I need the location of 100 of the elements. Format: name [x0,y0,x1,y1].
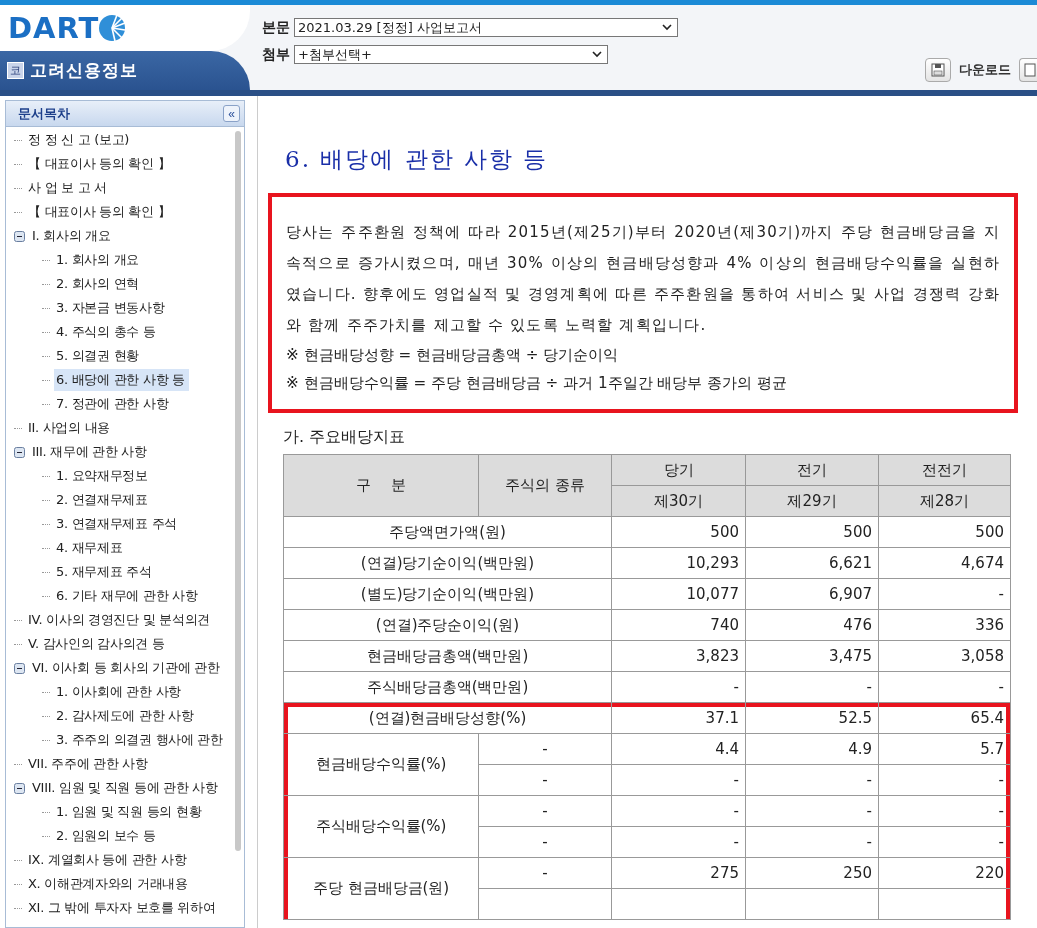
panel-title: 문서목차 [18,104,70,123]
save-icon-button[interactable] [925,58,951,82]
download-link[interactable]: 다운로드 [959,61,1011,79]
table-cell: 주당액면가액(원) [283,516,612,548]
tree-item[interactable]: 【 대표이사 등의 확인 】 [26,153,175,175]
logo: DART [8,11,100,45]
table-cell: 주당 현금배당금(원) [283,857,479,920]
tree-item[interactable]: 5. 재무제표 주석 [54,561,156,583]
table-cell: 5.7 [878,733,1011,765]
table-cell: 220 [878,857,1011,889]
table-cell: - [878,826,1011,858]
chevron-down-icon [662,24,672,31]
formula-note: ※ 현금배당성향 = 현금배당금총액 ÷ 당기순이익 [286,345,620,366]
tree-item[interactable]: 3. 자본금 변동사항 [54,297,169,319]
table-cell: 275 [611,857,746,889]
table-cell: 336 [878,609,1011,641]
tree-item[interactable]: XI. 그 밖에 투자자 보호를 위하여 [26,897,220,919]
table-cell: 37.1 [611,702,746,734]
tree-item[interactable]: 2. 연결재무제표 [54,489,152,511]
paragraph: 당사는 주주환원 정책에 따라 2015년(제25기)부터 2020년(제30기)까지 주당 현금배당금을 지속적으로 증가시켰으며, 매년 30% 이상의 현금배당성향과 4% 이상의 현금배당수익률을 실현하였습니다. 향후에도 영업실적 및 경영계획에 따른 주주환원을 통하여 서비스 및 사업 경쟁력 강화와 함께 주주가치를 제고할 수 있도록 노력할 계획입니다. [286,222,1000,336]
table-cell: 6,907 [745,578,879,610]
collapse-icon[interactable] [14,230,25,242]
document-icon [1023,63,1037,77]
subsection-title: 가. 주요배당지표 [283,427,407,448]
tree-item[interactable]: 【 대표이사 등의 확인 】 [26,201,175,223]
header-cell: 전기 [745,454,879,486]
tree-item[interactable]: 6. 기타 재무에 관한 사항 [54,585,202,607]
table-cell: - [878,671,1011,703]
tree-item[interactable]: 2. 회사의 연혁 [54,273,143,295]
table-cell: (연결)현금배당성향(%) [283,702,612,734]
table-cell: (연결)당기순이익(백만원) [283,547,612,579]
table-cell: - [878,795,1011,827]
company-badge: 코 [7,62,24,79]
tree-item[interactable]: 사 업 보 고 서 [26,177,111,199]
tree-item[interactable]: 1. 회사의 개요 [54,249,143,271]
collapse-icon[interactable] [14,782,25,794]
tree-item[interactable]: 1. 임원 및 직원 등의 현황 [54,801,206,823]
table-cell: 4.9 [745,733,879,765]
table-cell: 4.4 [611,733,746,765]
tree-item[interactable]: I. 회사의 개요 [30,225,115,247]
table-cell: - [745,795,879,827]
table-cell: 52.5 [745,702,879,734]
header-cell: 제29기 [745,485,879,517]
tree-item[interactable]: IV. 이사의 경영진단 및 분석의견 [26,609,214,631]
tree-item[interactable]: 4. 재무제표 [54,537,127,559]
table-cell: - [878,764,1011,796]
field-label: 첨부 [262,45,290,64]
scrollbar[interactable] [235,131,241,851]
header-cell: 제30기 [611,485,746,517]
tree-item[interactable]: 7. 정관에 관한 사항 [54,393,173,415]
tree-item[interactable]: 6. 배당에 관한 사항 등 [54,369,189,391]
tree-item[interactable]: 정 정 신 고 (보고) [26,129,134,151]
table-cell: 250 [745,857,879,889]
toolbar-button[interactable] [1019,58,1037,82]
sun-icon [97,13,128,43]
table-cell: - [611,671,746,703]
tree-item[interactable]: V. 감사인의 감사의견 등 [26,633,169,655]
collapse-icon[interactable] [14,662,25,674]
tree-item[interactable]: X. 이해관계자와의 거래내용 [26,873,192,895]
table-cell: 3,058 [878,640,1011,672]
save-icon [931,63,945,77]
company-name: 고려신용정보 [30,59,138,82]
tree-item[interactable]: 4. 주식의 총수 등 [54,321,160,343]
formula-note: ※ 현금배당수익률 = 주당 현금배당금 ÷ 과거 1주일간 배당부 종가의 평균 [286,373,789,394]
tree-item[interactable]: 3. 주주의 의결권 행사에 관한 [54,729,227,751]
table-cell: 6,621 [745,547,879,579]
tree-item[interactable]: 1. 이사회에 관한 사항 [54,681,185,703]
dropdown[interactable]: +첨부선택+ [294,45,608,64]
table-cell: 현금배당수익률(%) [283,733,479,796]
tree-item[interactable]: III. 재무에 관한 사항 [30,441,151,463]
table-cell: 500 [878,516,1011,548]
tree-item[interactable]: VII. 주주에 관한 사항 [26,753,152,775]
header-cell: 전전기 [878,454,1011,486]
table-cell: (별도)당기순이익(백만원) [283,578,612,610]
collapse-icon[interactable] [14,446,25,458]
dropdown[interactable]: 2021.03.29 [정정] 사업보고서 [294,18,678,37]
header-cell: 제28기 [878,485,1011,517]
table-cell: 10,077 [611,578,746,610]
tree-item[interactable]: 2. 감사제도에 관한 사항 [54,705,198,727]
collapse-button[interactable]: « [223,105,240,122]
section-title: 6. 배당에 관한 사항 등 [285,145,550,174]
table-cell: 740 [611,609,746,641]
tree-item[interactable]: 3. 연결재무제표 주석 [54,513,182,535]
tree-item[interactable]: 2. 임원의 보수 등 [54,825,160,847]
tree-item[interactable]: IX. 계열회사 등에 관한 사항 [26,849,191,871]
table-cell: - [745,826,879,858]
header-cell: 주식의 종류 [478,454,612,517]
tree-item[interactable]: 1. 요약재무정보 [54,465,152,487]
field-label: 본문 [262,18,290,37]
table-cell: - [478,826,612,858]
table-cell: 4,674 [878,547,1011,579]
table-cell: 476 [745,609,879,641]
chevron-down-icon [592,51,602,58]
tree-item[interactable]: II. 사업의 내용 [26,417,115,439]
header-cell: 구 분 [283,454,479,517]
tree-item[interactable]: 5. 의결권 현황 [54,345,143,367]
tree-item[interactable]: VI. 이사회 등 회사의 기관에 관한 [30,657,224,679]
table-cell: 주식배당수익률(%) [283,795,479,858]
tree-item[interactable]: VIII. 임원 및 직원 등에 관한 사항 [30,777,222,799]
table-cell: - [745,671,879,703]
